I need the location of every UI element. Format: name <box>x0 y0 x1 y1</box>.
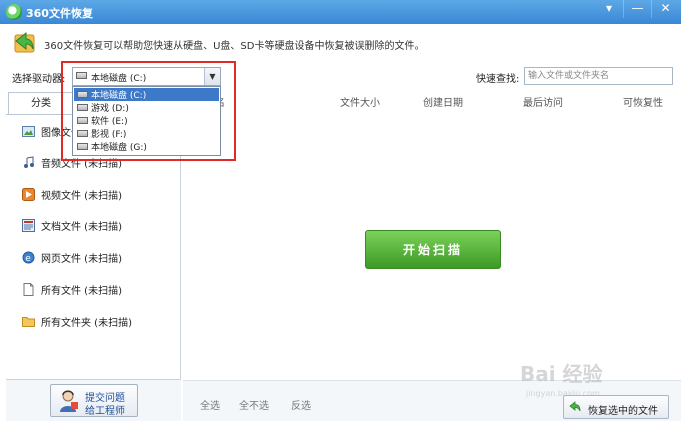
file-table: 名 文件大小 创建日期 最后访问 可恢复性 开始扫描 <box>183 90 681 380</box>
info-bar: 360文件恢复可以帮助您快速从硬盘、U盘、SD卡等硬盘设备中恢复被误删除的文件。 <box>0 24 681 62</box>
sidebar-item-label: 所有文件夹 (未扫描) <box>41 317 132 329</box>
sidebar-item-label: 音频文件 (未扫描) <box>41 158 122 170</box>
drive-option-label: 本地磁盘 (G:) <box>91 143 147 153</box>
file-icon <box>23 282 34 296</box>
chevron-down-icon[interactable]: ▼ <box>204 68 220 85</box>
drive-option-e[interactable]: 软件 (E:) <box>74 114 219 127</box>
disk-icon <box>77 91 88 98</box>
drive-option-label: 影视 (F:) <box>91 130 127 140</box>
watermark-url: jingyan.baidu.com <box>526 389 600 398</box>
select-none-link[interactable]: 全不选 <box>239 397 269 412</box>
contact-engineer-button[interactable]: 提交问题 给工程师 <box>50 384 138 417</box>
drive-option-label: 本地磁盘 (C:) <box>91 91 147 101</box>
drive-select-value: 本地磁盘 (C:) <box>91 74 147 84</box>
sidebar-item-all-folders[interactable]: 所有文件夹 (未扫描) <box>22 313 132 329</box>
column-header-created[interactable]: 创建日期 <box>423 94 463 109</box>
sidebar-item-video[interactable]: 视频文件 (未扫描) <box>22 186 122 202</box>
support-button-line2: 给工程师 <box>85 406 125 417</box>
folder-icon <box>22 316 35 327</box>
sidebar-footer: 提交问题 给工程师 <box>6 379 181 421</box>
image-icon <box>22 125 35 137</box>
drive-select[interactable]: 本地磁盘 (C:) ▼ <box>72 67 221 86</box>
drive-option-d[interactable]: 游戏 (D:) <box>74 101 219 114</box>
sidebar-item-document[interactable]: 文档文件 (未扫描) <box>22 217 122 233</box>
webpage-icon: e <box>22 251 35 264</box>
drive-dropdown-list: 本地磁盘 (C:) 游戏 (D:) 软件 (E:) 影视 (F:) 本地磁盘 (… <box>72 86 221 156</box>
app-description: 360文件恢复可以帮助您快速从硬盘、U盘、SD卡等硬盘设备中恢复被误删除的文件。 <box>44 41 425 52</box>
restore-arrow-icon <box>14 31 35 53</box>
column-header-accessed[interactable]: 最后访问 <box>523 94 563 109</box>
watermark-text: Bai 经验 <box>520 362 603 386</box>
drive-option-label: 软件 (E:) <box>91 117 128 127</box>
sidebar-item-all-files[interactable]: 所有文件 (未扫描) <box>22 281 122 297</box>
sidebar-item-label: 所有文件 (未扫描) <box>41 285 122 297</box>
column-header-recoverability[interactable]: 可恢复性 <box>623 94 663 109</box>
menu-dropdown-button[interactable]: ▾ <box>595 0 623 18</box>
drive-label: 选择驱动器: <box>12 74 66 85</box>
document-icon <box>22 218 35 232</box>
disk-icon <box>77 117 88 124</box>
disk-icon <box>77 130 88 137</box>
start-scan-button[interactable]: 开始扫描 <box>365 230 501 269</box>
drive-option-label: 游戏 (D:) <box>91 104 129 114</box>
select-all-link[interactable]: 全选 <box>200 397 220 412</box>
disk-icon <box>77 104 88 111</box>
quick-search-input[interactable] <box>524 67 673 85</box>
sidebar-item-label: 视频文件 (未扫描) <box>41 190 122 202</box>
sidebar-item-webpage[interactable]: e 网页文件 (未扫描) <box>22 249 122 265</box>
tab-category[interactable]: 分类 <box>8 92 74 114</box>
disk-icon <box>76 72 87 79</box>
app-logo-icon <box>6 4 22 20</box>
disk-icon <box>77 143 88 150</box>
title-bar: 360文件恢复 ▾ — ✕ <box>0 0 681 24</box>
engineer-icon <box>60 390 78 412</box>
invert-selection-link[interactable]: 反选 <box>291 397 311 412</box>
sidebar-item-label: 网页文件 (未扫描) <box>41 253 122 265</box>
video-icon <box>22 187 35 201</box>
svg-text:e: e <box>25 254 31 264</box>
sidebar-item-audio[interactable]: 音频文件 (未扫描) <box>22 154 122 170</box>
drive-option-g[interactable]: 本地磁盘 (G:) <box>74 140 219 153</box>
music-icon <box>24 155 34 168</box>
drive-option-f[interactable]: 影视 (F:) <box>74 127 219 140</box>
baidu-watermark: Bai 经验 jingyan.baidu.com <box>520 358 670 406</box>
window-title: 360文件恢复 <box>26 7 93 20</box>
window-controls: ▾ — ✕ <box>595 0 679 18</box>
minimize-button[interactable]: — <box>623 0 651 18</box>
quick-search-label: 快速查找: <box>476 74 520 85</box>
drive-option-c[interactable]: 本地磁盘 (C:) <box>74 88 219 101</box>
column-header-size[interactable]: 文件大小 <box>340 94 380 109</box>
sidebar-item-label: 文档文件 (未扫描) <box>41 221 122 233</box>
close-button[interactable]: ✕ <box>651 0 679 18</box>
